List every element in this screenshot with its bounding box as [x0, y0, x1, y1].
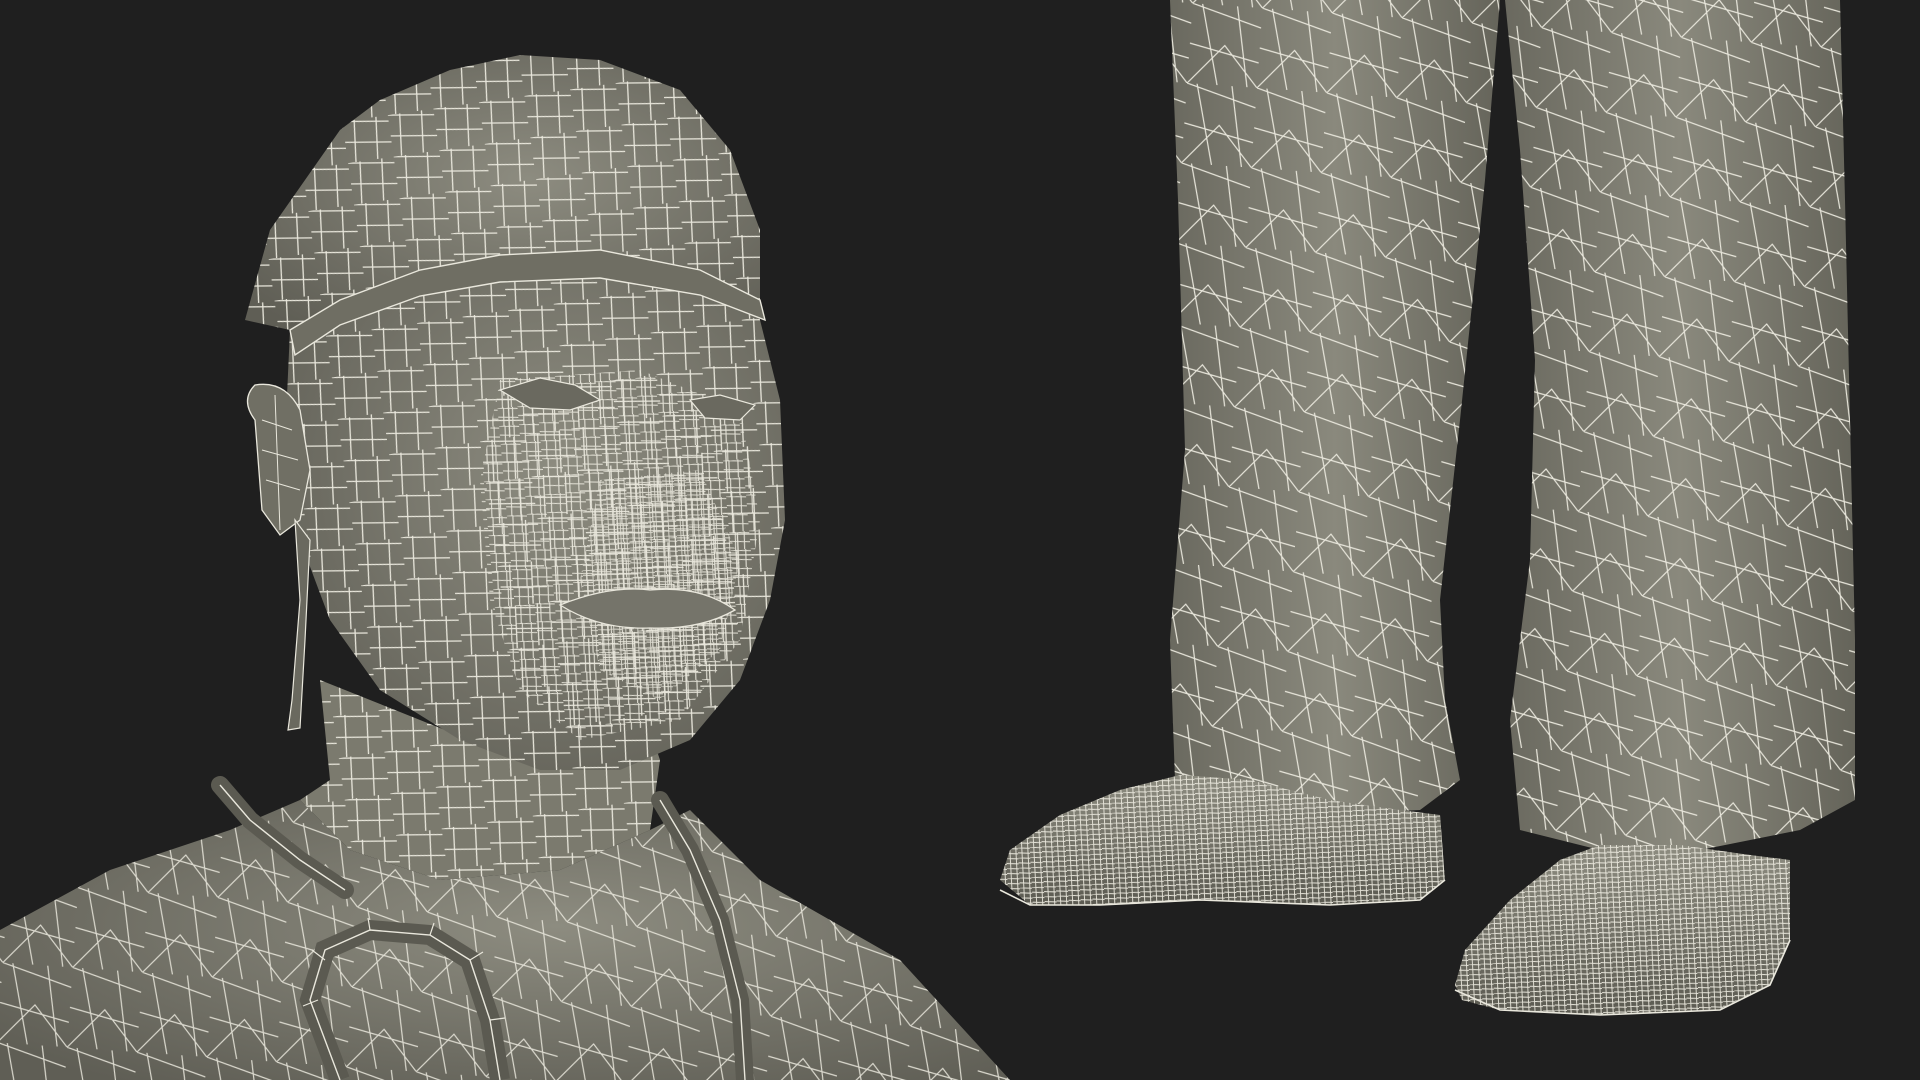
wireframe-render: [0, 0, 1920, 1080]
render-viewport: [0, 0, 1920, 1080]
